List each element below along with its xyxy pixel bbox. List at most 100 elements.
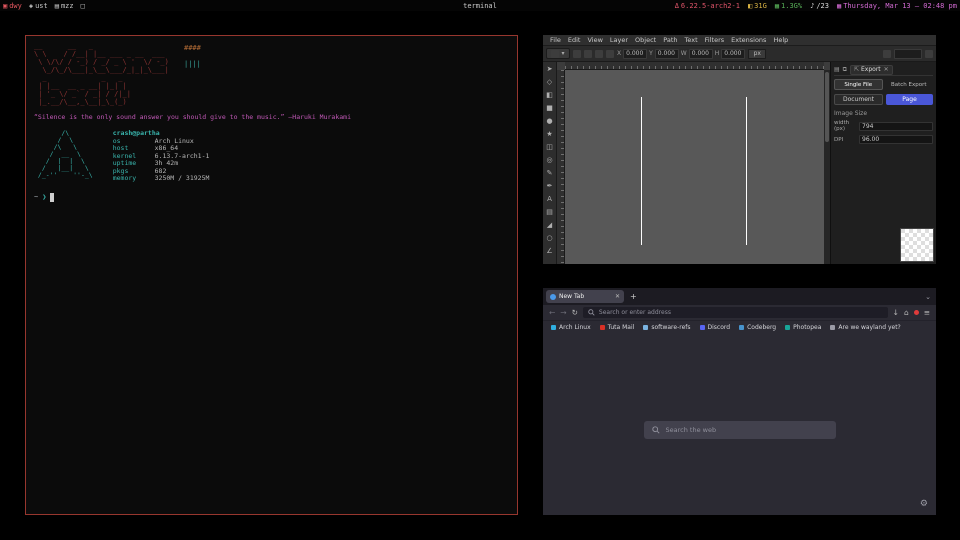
tab-batch-export[interactable]: Batch Export: [885, 79, 934, 90]
back-button[interactable]: ←: [549, 308, 555, 317]
shell-prompt[interactable]: ~ ❯: [34, 193, 509, 202]
bookmark-item[interactable]: Tuta Mail: [600, 324, 635, 331]
tab-close-icon[interactable]: ✕: [615, 293, 620, 300]
toolbox-icon[interactable]: ○: [543, 232, 556, 245]
toolbox-icon[interactable]: ✎: [543, 167, 556, 180]
menu-item[interactable]: Text: [682, 36, 701, 44]
zoom-field[interactable]: [894, 49, 922, 59]
toolbox-icon[interactable]: A: [543, 193, 556, 206]
field-input[interactable]: 0.000: [655, 49, 679, 59]
new-tab-button[interactable]: +: [627, 292, 640, 301]
toolbox-icon[interactable]: ▤: [543, 206, 556, 219]
status-bar: ▣ dwy ◈ ust ▤ mzz □ terminal Δ 6.22.5-: [0, 0, 960, 11]
status-text: 31G: [754, 2, 767, 10]
bookmark-label: Arch Linux: [559, 324, 591, 331]
page-button[interactable]: Page: [886, 94, 933, 105]
browser-window[interactable]: New Tab ✕ + ⌄ ← → ↻ ↓ ⌂ ≡ Arch Linux Tut…: [543, 288, 936, 515]
toolbox-icon[interactable]: ➤: [543, 63, 556, 76]
status-module: ▦ 1.3G%: [775, 2, 802, 10]
recording-indicator-icon[interactable]: [914, 310, 919, 315]
menu-icon[interactable]: ≡: [924, 308, 930, 317]
web-search-input[interactable]: [666, 426, 828, 434]
toolbox-icon[interactable]: ■: [543, 102, 556, 115]
toolbox-icon[interactable]: ◇: [543, 76, 556, 89]
bookmark-favicon: [600, 325, 605, 330]
workspace-item[interactable]: ◈ ust: [29, 2, 48, 10]
bookmark-item[interactable]: Codeberg: [739, 324, 776, 331]
reload-button[interactable]: ↻: [572, 308, 578, 317]
field-input[interactable]: 0.000: [721, 49, 745, 59]
tab-new-tab[interactable]: New Tab ✕: [546, 290, 624, 303]
workspace-list: ▣ dwy ◈ ust ▤ mzz □: [3, 2, 87, 10]
toolbox-icon[interactable]: ✒: [543, 180, 556, 193]
list-all-tabs-icon[interactable]: ⌄: [925, 293, 933, 301]
terminal-window[interactable]: __ __ _ \ \ / /__| |__ ___ _ __ ___ \ \/…: [25, 35, 518, 515]
toolbox-icon[interactable]: ◧: [543, 89, 556, 102]
workspace-item[interactable]: ▣ dwy: [3, 2, 22, 10]
bookmark-item[interactable]: Discord: [700, 324, 731, 331]
field-input[interactable]: 0.000: [623, 49, 647, 59]
gear-icon[interactable]: ⚙: [920, 499, 928, 509]
menu-item[interactable]: Help: [770, 36, 791, 44]
coordinate-field: W 0.000: [681, 49, 713, 59]
toolbox-icon[interactable]: ★: [543, 128, 556, 141]
display-mode-icon[interactable]: [925, 50, 933, 58]
scrollbar-thumb[interactable]: [825, 72, 829, 142]
page-edge-left: [641, 97, 642, 245]
close-icon[interactable]: ✕: [884, 66, 889, 73]
home-icon[interactable]: ⌂: [904, 308, 909, 317]
search-icon: [588, 309, 595, 316]
tab-single-file[interactable]: Single File: [834, 79, 883, 90]
field-label: H: [715, 50, 720, 57]
dpi-field[interactable]: 96.00: [859, 135, 933, 144]
unit-selector[interactable]: px: [748, 49, 766, 59]
workspace-item[interactable]: ▤ mzz: [55, 2, 74, 10]
scale-lock-icon[interactable]: [883, 50, 891, 58]
bookmark-item[interactable]: Arch Linux: [551, 324, 591, 331]
width-field[interactable]: 794: [859, 122, 933, 131]
forward-button[interactable]: →: [560, 308, 566, 317]
document-button[interactable]: Document: [834, 94, 883, 105]
menu-item[interactable]: Edit: [565, 36, 584, 44]
bookmark-item[interactable]: software-refs: [643, 324, 690, 331]
inkscape-canvas[interactable]: [565, 70, 824, 264]
bookmark-item[interactable]: Photopea: [785, 324, 821, 331]
document-properties-icon[interactable]: ▤: [834, 66, 840, 73]
menu-item[interactable]: View: [584, 36, 605, 44]
toolbox-icon[interactable]: ●: [543, 115, 556, 128]
toolbox-icon[interactable]: ∠: [543, 245, 556, 258]
export-panel-tab[interactable]: ⇱ Export ✕: [850, 65, 893, 75]
select-all-icon[interactable]: [573, 50, 581, 58]
inkscape-window[interactable]: File Edit View Layer Object Path Text Fi…: [543, 35, 936, 264]
snap-dropdown[interactable]: ▾: [546, 48, 570, 59]
page-edge-right: [746, 97, 747, 245]
flip-icon[interactable]: [606, 50, 614, 58]
horizontal-ruler[interactable]: [565, 62, 824, 70]
fetch-field-label: memory: [113, 175, 151, 183]
swatches-icon[interactable]: ⧉: [843, 66, 847, 74]
workspace-item[interactable]: □: [81, 2, 87, 10]
bookmark-label: Discord: [708, 324, 731, 331]
menu-item[interactable]: Layer: [607, 36, 631, 44]
status-icon: ▦: [775, 2, 779, 10]
width-label: width (px): [834, 120, 856, 132]
field-input[interactable]: 0.000: [689, 49, 713, 59]
web-search-box[interactable]: [644, 421, 836, 439]
menu-item[interactable]: Path: [660, 36, 680, 44]
address-input[interactable]: [599, 309, 883, 316]
field-label: Y: [649, 50, 653, 57]
vertical-ruler[interactable]: [557, 70, 565, 264]
deselect-icon[interactable]: [584, 50, 592, 58]
address-bar[interactable]: [583, 307, 888, 318]
toolbox-icon[interactable]: ◎: [543, 154, 556, 167]
menu-item[interactable]: Filters: [702, 36, 727, 44]
terminal-quote: “Silence is the only sound answer you sh…: [34, 113, 509, 121]
toolbox-icon[interactable]: ◢: [543, 219, 556, 232]
menu-item[interactable]: Extensions: [728, 36, 769, 44]
toolbox-icon[interactable]: ◫: [543, 141, 556, 154]
menu-item[interactable]: File: [547, 36, 564, 44]
downloads-icon[interactable]: ↓: [893, 308, 899, 317]
bookmark-item[interactable]: Are we wayland yet?: [830, 324, 900, 331]
rotate-icon[interactable]: [595, 50, 603, 58]
menu-item[interactable]: Object: [632, 36, 659, 44]
